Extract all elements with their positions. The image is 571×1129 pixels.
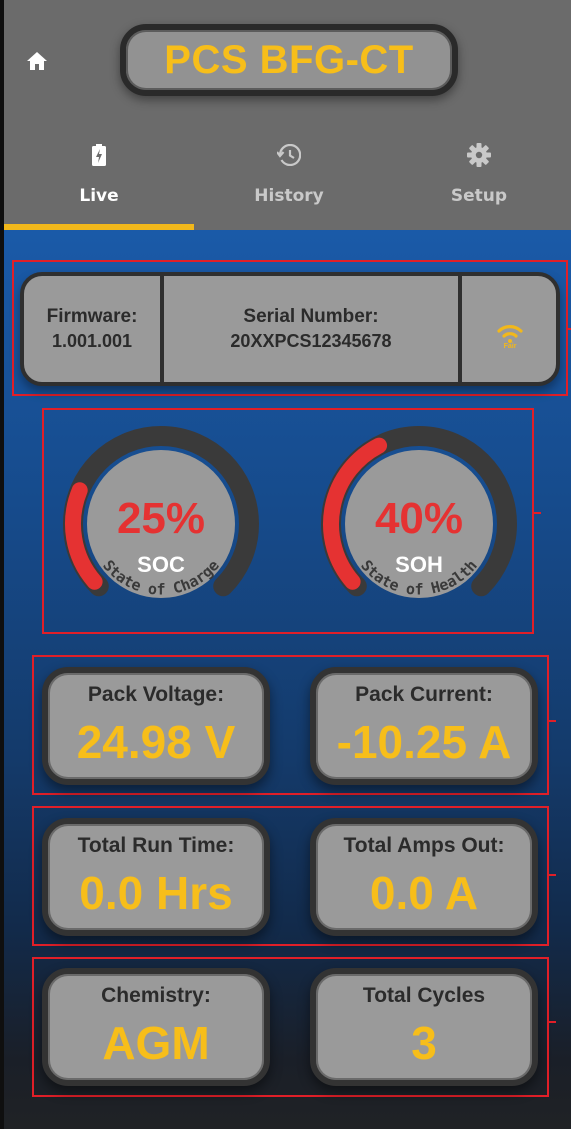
total-run-time-value: 0.0 Hrs — [79, 867, 233, 919]
soc-percent: 25% — [116, 494, 206, 543]
tab-setup[interactable]: Setup — [384, 136, 571, 230]
firmware-value: 1.001.001 — [51, 331, 133, 351]
soh-label: SOH — [395, 552, 443, 577]
tab-label-history: History — [254, 186, 324, 206]
pack-current-card: Pack Current: -10.25 A — [310, 667, 538, 785]
active-tab-indicator — [4, 224, 194, 230]
battery-charging-icon — [92, 144, 106, 166]
left-edge — [0, 0, 4, 1129]
pack-voltage-card: Pack Voltage: 24.98 V — [42, 667, 270, 785]
total-cycles-value: 3 — [411, 1017, 437, 1069]
wifi-signal-icon — [497, 324, 523, 343]
soc-gauge: State of Charge 25% SOC — [56, 416, 266, 626]
serial-label: Serial Number: — [243, 306, 379, 327]
tab-live[interactable]: Live — [4, 136, 194, 230]
device-title-box: PCS BFG-CT — [120, 24, 458, 96]
total-run-time-label: Total Run Time: — [77, 834, 235, 857]
chemistry-value: AGM — [102, 1017, 210, 1069]
app-screen: PCS BFG-CT Live History Setup Firmware: … — [0, 0, 571, 1129]
app-header: PCS BFG-CT Live History Setup — [0, 0, 571, 230]
pack-voltage-value: 24.98 V — [76, 716, 236, 768]
chemistry-label: Chemistry: — [101, 984, 211, 1007]
soh-percent: 40% — [374, 494, 464, 543]
home-icon — [27, 52, 47, 70]
total-cycles-card: Total Cycles 3 — [310, 968, 538, 1086]
signal-strength[interactable]: Fair — [464, 276, 556, 382]
device-title: PCS BFG-CT — [164, 37, 414, 82]
serial-cell: Serial Number: 20XXPCS12345678 — [164, 276, 458, 382]
pack-current-label: Pack Current: — [355, 683, 493, 706]
total-cycles-label: Total Cycles — [362, 984, 486, 1007]
device-info-bar: Firmware: 1.001.001 Serial Number: 20XXP… — [20, 272, 560, 386]
signal-label: Fair — [503, 342, 517, 350]
total-amps-out-value: 0.0 A — [369, 867, 479, 919]
pack-voltage-label: Pack Voltage: — [87, 683, 225, 706]
serial-value: 20XXPCS12345678 — [230, 331, 392, 351]
gear-icon — [467, 143, 491, 167]
info-divider — [458, 276, 462, 382]
chemistry-card: Chemistry: AGM — [42, 968, 270, 1086]
total-amps-out-label: Total Amps Out: — [343, 834, 505, 857]
total-run-time-card: Total Run Time: 0.0 Hrs — [42, 818, 270, 936]
soc-label: SOC — [137, 552, 185, 577]
tab-label-live: Live — [79, 186, 119, 206]
firmware-cell: Firmware: 1.001.001 — [24, 276, 160, 382]
total-amps-out-card: Total Amps Out: 0.0 A — [310, 818, 538, 936]
home-button[interactable] — [22, 46, 52, 76]
tab-label-setup: Setup — [450, 186, 508, 206]
history-icon — [277, 144, 301, 166]
soh-gauge: State of Health 40% SOH — [314, 416, 524, 626]
firmware-label: Firmware: — [46, 306, 138, 327]
tab-history[interactable]: History — [194, 136, 384, 230]
pack-current-value: -10.25 A — [336, 716, 512, 768]
